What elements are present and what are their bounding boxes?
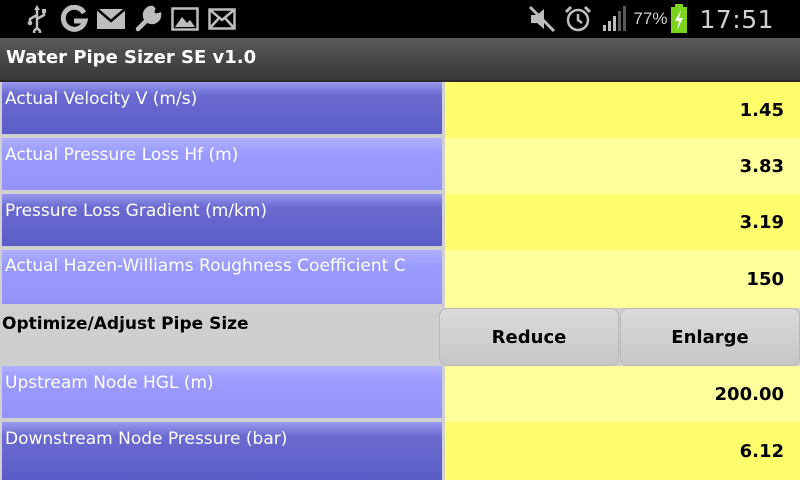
result-row-velocity: Actual Velocity V (m/s) 1.45	[0, 82, 800, 138]
wrench-icon	[133, 4, 163, 34]
battery-percentage: 77%	[633, 9, 668, 28]
optimize-row: Optimize/Adjust Pipe Size Reduce Enlarge	[0, 308, 800, 366]
result-label: Pressure Loss Gradient (m/km)	[2, 194, 442, 246]
result-label: Actual Hazen-Williams Roughness Coeffici…	[2, 250, 442, 304]
result-row-loss-gradient: Pressure Loss Gradient (m/km) 3.19	[0, 194, 800, 250]
result-value: 3.19	[445, 194, 800, 250]
node-row-downstream-pressure: Downstream Node Pressure (bar) 6.12	[0, 422, 800, 480]
optimize-label: Optimize/Adjust Pipe Size	[2, 314, 249, 334]
google-icon	[59, 4, 89, 34]
node-value: 200.00	[445, 366, 800, 422]
app-title-bar: Water Pipe Sizer SE v1.0	[0, 38, 800, 82]
gallery-icon	[170, 4, 200, 34]
enlarge-button[interactable]: Enlarge	[620, 308, 800, 366]
node-row-upstream-hgl: Upstream Node HGL (m) 200.00	[0, 366, 800, 422]
result-value: 1.45	[445, 82, 800, 138]
mail-icon	[207, 4, 237, 34]
node-label: Upstream Node HGL (m)	[2, 366, 442, 418]
battery-charging-icon	[669, 4, 689, 34]
reduce-button[interactable]: Reduce	[439, 308, 619, 366]
status-bar: 77% 17:51	[0, 0, 800, 38]
result-label: Actual Velocity V (m/s)	[2, 82, 442, 134]
clock: 17:51	[699, 4, 774, 34]
system-indicators: 77% 17:51	[521, 4, 774, 34]
mute-icon	[527, 4, 557, 34]
usb-icon	[22, 4, 52, 34]
alarm-icon	[563, 4, 593, 34]
signal-icon	[599, 4, 629, 34]
gmail-icon	[96, 4, 126, 34]
result-row-roughness: Actual Hazen-Williams Roughness Coeffici…	[0, 250, 800, 308]
node-value: 6.12	[445, 422, 800, 480]
results-panel: Actual Velocity V (m/s) 1.45 Actual Pres…	[0, 82, 800, 480]
node-label: Downstream Node Pressure (bar)	[2, 422, 442, 480]
result-value: 3.83	[445, 138, 800, 194]
notification-icons	[22, 4, 244, 34]
result-value: 150	[445, 250, 800, 308]
result-label: Actual Pressure Loss Hf (m)	[2, 138, 442, 190]
app-title: Water Pipe Sizer SE v1.0	[6, 47, 257, 68]
result-row-pressure-loss: Actual Pressure Loss Hf (m) 3.83	[0, 138, 800, 194]
